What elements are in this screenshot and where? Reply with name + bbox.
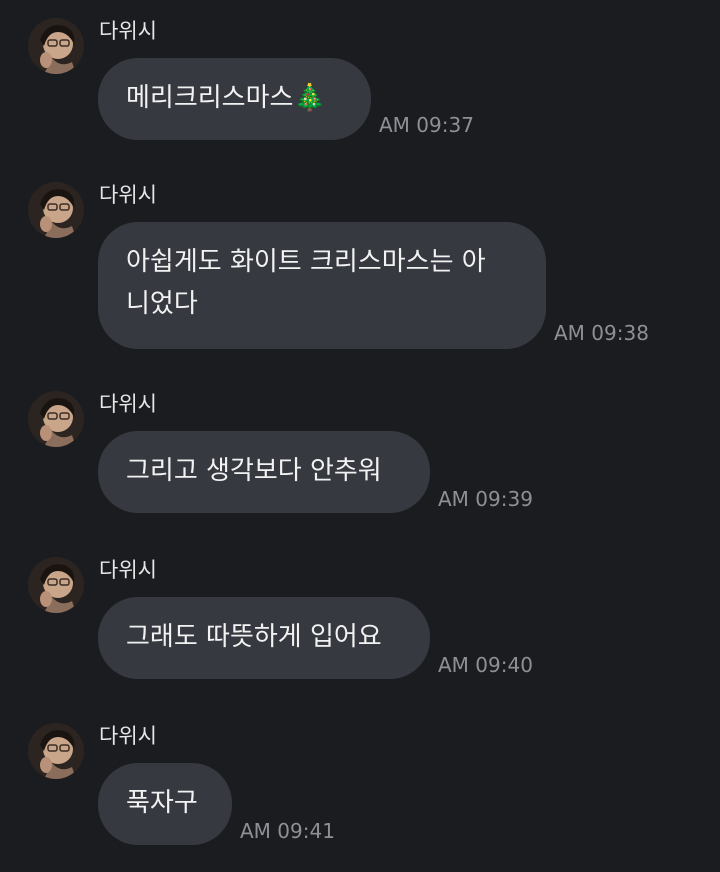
sender-name: 다위시 (99, 558, 157, 582)
message-bubble[interactable]: 푹자구 (98, 763, 232, 845)
message-text-line-2: 니었다 (126, 289, 198, 319)
avatar[interactable] (28, 18, 84, 74)
message-bubble[interactable]: 그리고 생각보다 안추워 (98, 431, 430, 513)
sender-name: 다위시 (99, 392, 157, 416)
avatar[interactable] (28, 391, 84, 447)
message-time: AM 09:37 (379, 113, 474, 137)
avatar[interactable] (28, 182, 84, 238)
message-text-line-1: 아쉽게도 화이트 크리스마스는 아 (126, 247, 486, 277)
avatar[interactable] (28, 723, 84, 779)
profile-photo-icon (28, 18, 84, 74)
message-bubble[interactable]: 그래도 따뜻하게 입어요 (98, 597, 430, 679)
message-text: 그리고 생각보다 안추워 (126, 456, 382, 486)
message-text: 메리크리스마스🎄 (126, 83, 326, 113)
sender-name: 다위시 (99, 19, 157, 43)
message-time: AM 09:40 (438, 653, 533, 677)
message-bubble[interactable]: 메리크리스마스🎄 (98, 58, 371, 140)
profile-photo-icon (28, 557, 84, 613)
message-text: 푹자구 (126, 788, 198, 818)
message-bubble[interactable]: 아쉽게도 화이트 크리스마스는 아 니었다 (98, 222, 546, 349)
message-time: AM 09:41 (240, 819, 335, 843)
profile-photo-icon (28, 723, 84, 779)
profile-photo-icon (28, 391, 84, 447)
sender-name: 다위시 (99, 183, 157, 207)
sender-name: 다위시 (99, 724, 157, 748)
profile-photo-icon (28, 182, 84, 238)
avatar[interactable] (28, 557, 84, 613)
chat-log: 다위시 메리크리스마스🎄 AM 09:37 다위시 아쉽게도 화이트 크리스마스… (0, 0, 720, 872)
message-text: 그래도 따뜻하게 입어요 (126, 622, 382, 652)
message-time: AM 09:39 (438, 487, 533, 511)
message-time: AM 09:38 (554, 321, 649, 345)
